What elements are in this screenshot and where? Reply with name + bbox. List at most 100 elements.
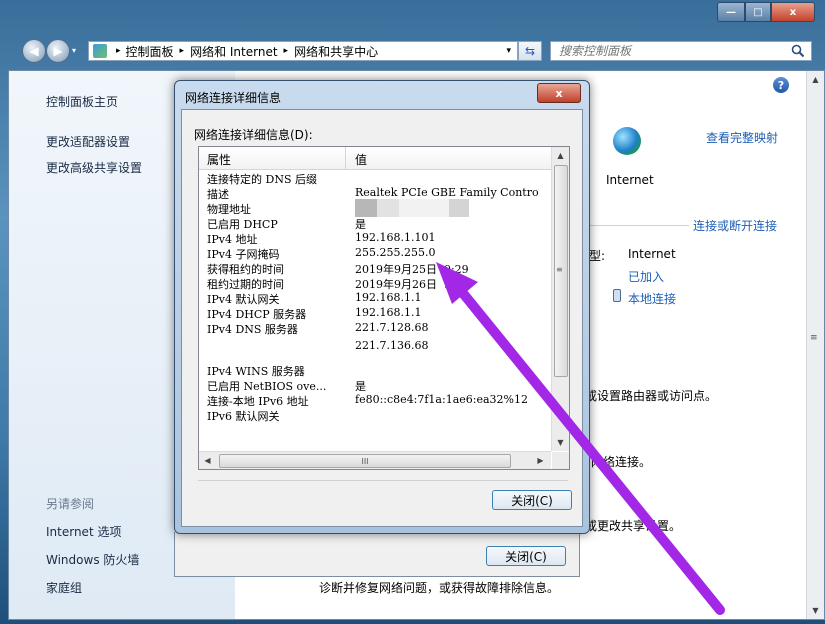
column-header-value[interactable]: 值 bbox=[355, 151, 367, 168]
forward-arrow-icon: ▶ bbox=[53, 44, 63, 58]
breadcrumb-network-sharing-center[interactable]: 网络和共享中心 bbox=[294, 43, 378, 60]
row-property: IPv4 默认网关 bbox=[207, 293, 280, 306]
table-row[interactable]: 221.7.136.68 bbox=[199, 339, 551, 353]
see-also-heading: 另请参阅 bbox=[46, 497, 95, 511]
details-list-label: 网络连接详细信息(D): bbox=[194, 128, 313, 142]
row-property: 连接-本地 IPv6 地址 bbox=[207, 395, 309, 408]
main-scrollbar[interactable]: ▲ ≡ ▼ bbox=[806, 71, 824, 619]
table-row[interactable]: 已启用 NetBIOS ove... 是 bbox=[199, 378, 551, 393]
access-type-label: 型: bbox=[589, 249, 606, 263]
scroll-grip-icon: III bbox=[361, 456, 369, 466]
network-details-dialog: 网络连接详细信息 x 网络连接详细信息(D): 属性 值 连接特定的 DNS 后… bbox=[174, 80, 590, 534]
row-value: 192.168.1.101 bbox=[355, 231, 436, 244]
column-header-property[interactable]: 属性 bbox=[207, 151, 231, 168]
details-listview[interactable]: 属性 值 连接特定的 DNS 后缀 描述 Realtek PCIe GBE Fam… bbox=[198, 146, 570, 470]
forward-button[interactable]: ▶ bbox=[46, 39, 70, 63]
row-property: 获得租约的时间 bbox=[207, 263, 284, 276]
control-panel-home-link[interactable]: 控制面板主页 bbox=[46, 93, 118, 110]
breadcrumb-control-panel[interactable]: 控制面板 bbox=[126, 43, 174, 60]
globe-icon bbox=[613, 127, 641, 155]
table-row[interactable]: IPv4 子网掩码 255.255.255.0 bbox=[199, 246, 551, 261]
listview-horizontal-scrollbar[interactable]: ◀ III ▶ bbox=[199, 451, 551, 469]
row-property: 已启用 NetBIOS ove... bbox=[207, 380, 327, 393]
maximize-button[interactable]: □ bbox=[745, 2, 771, 22]
horizontal-scroll-thumb[interactable]: III bbox=[219, 454, 511, 468]
dialog-title: 网络连接详细信息 bbox=[185, 91, 282, 105]
internet-node-label: Internet bbox=[606, 173, 654, 187]
homegroup-joined-link[interactable]: 已加入 bbox=[628, 268, 664, 285]
row-value: 192.168.1.1 bbox=[355, 306, 422, 319]
magnifier-icon[interactable] bbox=[791, 44, 805, 58]
address-dropdown-icon[interactable]: ▾ bbox=[506, 46, 511, 56]
row-value: 221.7.128.68 bbox=[355, 321, 429, 334]
access-type-value: Internet bbox=[628, 247, 676, 261]
history-dropdown-icon[interactable]: ▾ bbox=[72, 46, 76, 55]
table-row[interactable]: IPv4 DNS 服务器 221.7.128.68 bbox=[199, 321, 551, 336]
row-property: IPv6 默认网关 bbox=[207, 410, 280, 423]
table-row[interactable]: IPv4 WINS 服务器 bbox=[199, 363, 551, 378]
table-row[interactable]: 获得租约的时间 2019年9月25日 ‌ 9:29 bbox=[199, 261, 551, 276]
row-value: 是 bbox=[355, 218, 366, 231]
search-input[interactable] bbox=[551, 43, 791, 59]
local-connection-link[interactable]: 本地连接 bbox=[628, 290, 676, 307]
table-row[interactable]: IPv4 默认网关 192.168.1.1 bbox=[199, 291, 551, 306]
table-row[interactable]: 描述 Realtek PCIe GBE Family Contro bbox=[199, 186, 551, 201]
change-advanced-sharing-link[interactable]: 更改高级共享设置 bbox=[46, 159, 142, 176]
internet-options-link[interactable]: Internet 选项 bbox=[46, 523, 121, 540]
help-icon[interactable]: ? bbox=[773, 77, 789, 93]
table-row[interactable]: 连接特定的 DNS 后缀 bbox=[199, 171, 551, 186]
search-box[interactable] bbox=[550, 41, 812, 61]
change-adapter-settings-link[interactable]: 更改适配器设置 bbox=[46, 133, 130, 150]
row-property: 物理地址 bbox=[207, 203, 251, 216]
connect-disconnect-link[interactable]: 连接或断开连接 bbox=[693, 217, 777, 234]
network-connection-text: 网络连接。 bbox=[591, 455, 652, 469]
table-row[interactable]: IPv4 地址 192.168.1.101 bbox=[199, 231, 551, 246]
scroll-right-icon[interactable]: ▶ bbox=[532, 452, 549, 469]
row-property: IPv4 地址 bbox=[207, 233, 258, 246]
scroll-down-icon[interactable]: ▼ bbox=[552, 434, 569, 451]
column-separator[interactable] bbox=[345, 147, 346, 169]
table-row[interactable]: 连接-本地 IPv6 地址 fe80::c8e4:7f1a:1ae6:ea32%1… bbox=[199, 393, 551, 408]
table-row[interactable]: IPv6 默认网关 bbox=[199, 408, 551, 423]
listview-vertical-scrollbar[interactable]: ▲ ≡ ▼ bbox=[551, 147, 569, 451]
diagnose-text: 诊断并修复网络问题，或获得故障排除信息。 bbox=[319, 581, 560, 595]
row-value: 2019年9月26日 ‌ :22 bbox=[355, 278, 462, 291]
back-arrow-icon: ◀ bbox=[29, 44, 39, 58]
minimize-button[interactable]: — bbox=[717, 2, 745, 22]
table-row[interactable]: 已启用 DHCP 是 bbox=[199, 216, 551, 231]
status-close-button[interactable]: 关闭(C) bbox=[486, 546, 566, 566]
scroll-grip-icon: ≡ bbox=[810, 333, 818, 343]
scroll-left-icon[interactable]: ◀ bbox=[199, 452, 216, 469]
breadcrumb-separator-icon: ▸ bbox=[116, 46, 121, 56]
details-close-button[interactable]: 关闭(C) bbox=[492, 490, 572, 510]
close-window-button[interactable]: x bbox=[771, 2, 815, 22]
row-property: 描述 bbox=[207, 188, 229, 201]
scroll-up-icon[interactable]: ▲ bbox=[807, 71, 824, 88]
back-button[interactable]: ◀ bbox=[22, 39, 46, 63]
row-value: 221.7.136.68 bbox=[355, 339, 429, 352]
scroll-up-icon[interactable]: ▲ bbox=[552, 147, 569, 164]
section-divider bbox=[589, 225, 689, 226]
dialog-body: 网络连接详细信息(D): 属性 值 连接特定的 DNS 后缀 描述 Realtek… bbox=[181, 109, 583, 527]
control-panel-icon bbox=[93, 44, 107, 58]
refresh-button[interactable]: ⇆ bbox=[518, 41, 542, 61]
sharing-settings-text: 或更改共享设置。 bbox=[585, 519, 682, 533]
row-value: 是 bbox=[355, 380, 366, 393]
windows-firewall-link[interactable]: Windows 防火墙 bbox=[46, 551, 139, 568]
breadcrumb-network-internet[interactable]: 网络和 Internet bbox=[190, 43, 277, 60]
homegroup-link[interactable]: 家庭组 bbox=[46, 579, 82, 596]
redacted-mac-address bbox=[355, 199, 475, 217]
row-property: 连接特定的 DNS 后缀 bbox=[207, 173, 317, 186]
row-value: Realtek PCIe GBE Family Contro bbox=[355, 186, 539, 199]
caption-buttons: — □ x bbox=[717, 2, 815, 22]
row-value: 255.255.255.0 bbox=[355, 246, 436, 259]
row-property: 已启用 DHCP bbox=[207, 218, 278, 231]
table-row[interactable]: 租约过期的时间 2019年9月26日 ‌ :22 bbox=[199, 276, 551, 291]
scroll-down-icon[interactable]: ▼ bbox=[807, 602, 824, 619]
view-full-map-link[interactable]: 查看完整映射 bbox=[706, 129, 778, 146]
table-row[interactable]: IPv4 DHCP 服务器 192.168.1.1 bbox=[199, 306, 551, 321]
dialog-close-button[interactable]: x bbox=[537, 83, 581, 103]
row-property: IPv4 子网掩码 bbox=[207, 248, 280, 261]
address-bar[interactable]: ▸ 控制面板 ▸ 网络和 Internet ▸ 网络和共享中心 ▾ bbox=[88, 41, 518, 61]
table-row[interactable]: 物理地址 bbox=[199, 199, 551, 217]
